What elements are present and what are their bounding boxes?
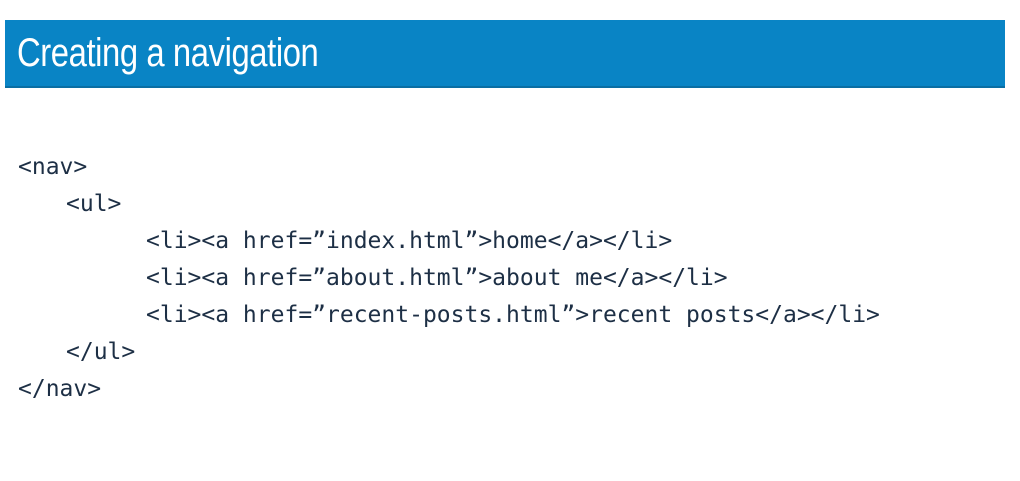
code-block: <nav> <ul> <li><a href=”index.html”>home… — [18, 149, 880, 408]
slide-title: Creating a navigation — [17, 31, 319, 75]
code-line-li-recent-posts: <li><a href=”recent-posts.html”>recent p… — [146, 302, 880, 328]
slide: Creating a navigation <nav> <ul> <li><a … — [0, 0, 1020, 481]
code-line-li-home: <li><a href=”index.html”>home</a></li> — [146, 228, 673, 254]
code-line-nav-close: </nav> — [18, 376, 102, 402]
code-line-li-about: <li><a href=”about.html”>about me</a></l… — [146, 265, 728, 291]
title-bar: Creating a navigation — [5, 20, 1005, 88]
code-line-ul-close: </ul> — [66, 339, 136, 365]
code-line-nav-open: <nav> — [18, 154, 88, 180]
code-line-ul-open: <ul> — [66, 191, 122, 217]
